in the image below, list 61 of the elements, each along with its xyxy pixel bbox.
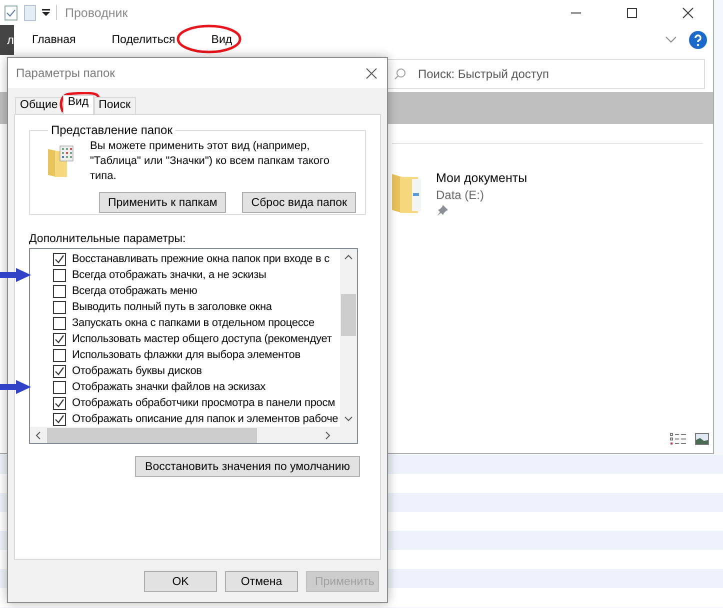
settings-option[interactable]: Восстанавливать прежние окна папок при входе в с bbox=[30, 251, 340, 267]
description-text: Вы можете применить этот вид (например, "Таблица" или "Значки") ко всем папкам такого типа. bbox=[90, 139, 330, 184]
close-icon[interactable] bbox=[682, 6, 694, 18]
help-icon[interactable] bbox=[689, 31, 707, 49]
scroll-thumb[interactable] bbox=[47, 428, 257, 442]
checkbox[interactable] bbox=[53, 348, 66, 362]
checkbox[interactable] bbox=[53, 300, 66, 314]
vertical-scrollbar[interactable] bbox=[340, 249, 357, 427]
folder-location: Data (E:) bbox=[436, 188, 486, 202]
checkbox[interactable] bbox=[53, 316, 66, 330]
dialog-title: Параметры папок bbox=[16, 66, 115, 80]
checkbox[interactable] bbox=[53, 412, 66, 426]
dialog-tab[interactable]: Общие bbox=[15, 97, 63, 114]
settings-option[interactable]: Выводить полный путь в заголовке окна bbox=[30, 299, 340, 315]
checkbox[interactable] bbox=[53, 396, 66, 410]
file-tab[interactable]: л bbox=[0, 25, 14, 55]
checkbox[interactable] bbox=[53, 284, 66, 298]
maximize-icon[interactable] bbox=[626, 6, 638, 18]
checkbox[interactable] bbox=[53, 252, 66, 266]
settings-option[interactable]: Отображать буквы дисков bbox=[30, 363, 340, 379]
thumbnail-view-icon[interactable] bbox=[695, 433, 709, 445]
settings-option[interactable]: Использовать мастер общего доступа (рекомендует bbox=[30, 331, 340, 347]
settings-option[interactable]: Отображать значки файлов на эскизах bbox=[30, 379, 340, 395]
settings-option[interactable]: Использовать флажки для выбора элементов bbox=[30, 347, 340, 363]
search-field[interactable]: Поиск: Быстрый доступ bbox=[385, 59, 705, 89]
scroll-down-icon[interactable] bbox=[344, 416, 353, 422]
folder-view-button[interactable]: Сброс вида папок bbox=[242, 192, 356, 213]
scroll-left-icon[interactable] bbox=[35, 430, 41, 440]
ribbon-tab[interactable]: Вид bbox=[193, 34, 250, 46]
ribbon-tab[interactable]: Поделиться bbox=[94, 34, 194, 46]
checkbox[interactable] bbox=[53, 332, 66, 346]
checkbox[interactable] bbox=[53, 380, 66, 394]
checkbox[interactable] bbox=[53, 364, 66, 378]
dialog-button[interactable]: Отмена bbox=[225, 571, 298, 592]
window-title: Проводник bbox=[65, 6, 128, 20]
ribbon-tab[interactable]: Главная bbox=[14, 34, 94, 46]
folder-grid-icon bbox=[48, 145, 74, 177]
settings-option[interactable]: Запускать окна с папками в отдельном процессе bbox=[30, 315, 340, 331]
scroll-thumb[interactable] bbox=[341, 294, 356, 336]
settings-option[interactable]: Всегда отображать значки, а не эскизы bbox=[30, 267, 340, 283]
group-title: Представление папок bbox=[50, 123, 174, 137]
advanced-settings-label: Дополнительные параметры: bbox=[29, 233, 187, 245]
chevron-icon[interactable] bbox=[665, 36, 677, 44]
search-icon bbox=[394, 68, 406, 80]
horizontal-scrollbar[interactable] bbox=[30, 427, 357, 443]
folder-name[interactable]: Мои документы bbox=[436, 171, 528, 185]
settings-option[interactable]: Отображать описание для папок и элементов рабоче bbox=[30, 411, 340, 427]
dialog-tab[interactable]: Поиск bbox=[94, 97, 136, 114]
properties-icon[interactable] bbox=[4, 4, 18, 20]
settings-option[interactable]: Всегда отображать меню bbox=[30, 283, 340, 299]
close-icon[interactable] bbox=[366, 68, 377, 78]
dialog-button[interactable]: OK bbox=[144, 571, 217, 592]
scroll-right-icon[interactable] bbox=[325, 430, 331, 440]
settings-option[interactable]: Отображать обработчики просмотра в панели просм bbox=[30, 395, 340, 411]
folder-view-button[interactable]: Применить к папкам bbox=[99, 192, 226, 213]
checkbox[interactable] bbox=[53, 268, 66, 282]
restore-defaults-button[interactable]: Восстановить значения по умолчанию bbox=[135, 456, 360, 477]
dialog-tab[interactable]: Вид bbox=[62, 95, 94, 114]
scroll-up-icon[interactable] bbox=[344, 254, 353, 260]
dropdown-icon[interactable] bbox=[42, 8, 50, 16]
details-view-icon[interactable] bbox=[670, 433, 687, 445]
